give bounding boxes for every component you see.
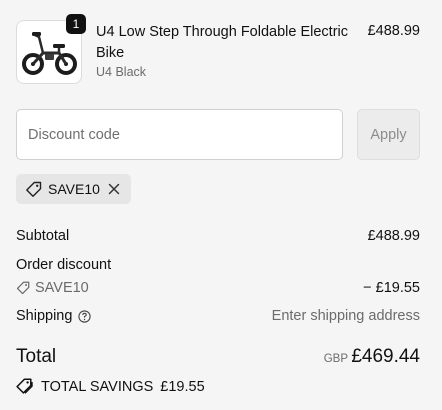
help-circle-icon[interactable] [78,309,92,323]
order-discount-value: − £19.55 [363,280,420,296]
subtotal-label: Subtotal [16,228,70,244]
total-value: £469.44 [351,346,420,367]
savings-value: £19.55 [160,378,205,395]
apply-discount-button[interactable]: Apply [357,109,420,160]
tag-icon [25,181,42,198]
close-icon [108,183,120,195]
tag-icon [16,281,30,295]
tags-icon [16,378,33,395]
applied-discount-chip: SAVE10 [16,174,131,204]
applied-discount-code: SAVE10 [48,181,100,197]
product-name: U4 Low Step Through Foldable Electric Bi… [96,24,349,61]
total-label: Total [16,346,57,367]
shipping-value: Enter shipping address [271,308,420,324]
subtotal-value: £488.99 [367,228,420,244]
quantity-badge: 1 [66,14,86,34]
order-discount-label: Order discount [16,257,112,273]
product-price: £488.99 [367,23,420,39]
order-discount-code: SAVE10 [35,280,89,296]
remove-discount-button[interactable] [108,183,120,195]
product-variant: U4 Black [96,65,147,79]
cart-line-item: 1 U4 Low Step Through Foldable Electric … [16,14,420,86]
shipping-label: Shipping [16,308,73,324]
savings-label: TOTAL SAVINGS [41,378,154,395]
currency-code: GBP [323,353,348,365]
discount-code-input[interactable] [16,109,343,160]
total-savings: TOTAL SAVINGS £19.55 [16,378,205,395]
